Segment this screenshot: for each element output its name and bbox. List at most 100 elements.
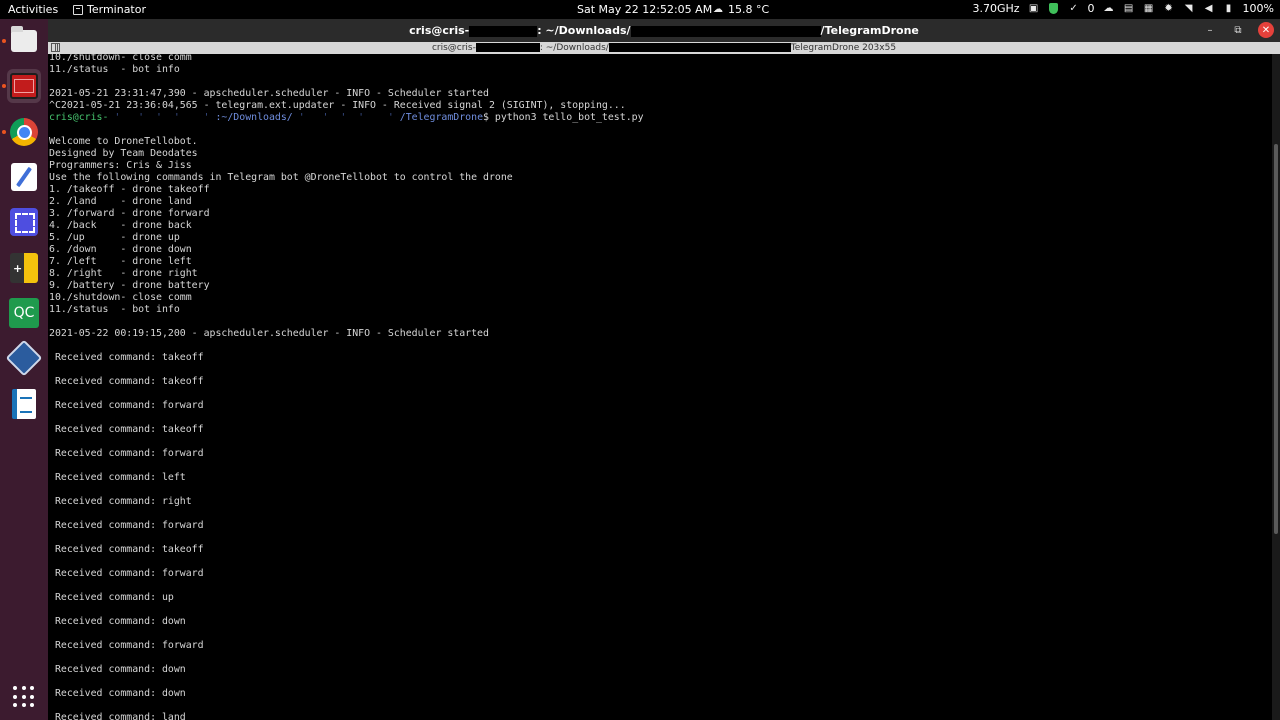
prompt-path-hidden: ' ' ' ' ' (292, 112, 400, 123)
clipboard-icon[interactable]: ▤ (1123, 3, 1135, 15)
output-line: Use the following commands in Telegram b… (49, 172, 513, 183)
calculator-icon: + (10, 253, 38, 283)
app-menu[interactable]: Terminator (73, 3, 146, 16)
output-line: 2021-05-21 23:31:47,390 - apscheduler.sc… (49, 88, 489, 99)
dock-terminator[interactable] (2, 69, 41, 103)
output-line: Programmers: Cris & Jiss (49, 160, 192, 171)
output-line: Received command: takeoff (49, 352, 204, 363)
dock: + QC (0, 19, 48, 720)
output-line: 6. /down - drone down (49, 244, 192, 255)
output-line: Designed by Team Deodates (49, 148, 198, 159)
output-line: Received command: forward (49, 568, 204, 579)
dock-writer[interactable] (7, 387, 41, 421)
title-folder: /TelegramDrone (820, 24, 919, 37)
brightness-icon[interactable]: ✹ (1163, 3, 1175, 15)
output-line: 2021-05-22 00:19:15,200 - apscheduler.sc… (49, 328, 489, 339)
output-line: Welcome to DroneTellobot. (49, 136, 198, 147)
title-path: : ~/Downloads/ (537, 24, 631, 37)
output-line: 7. /left - drone left (49, 256, 192, 267)
output-line: 9. /battery - drone battery (49, 280, 210, 291)
tab-folder: TelegramDrone 203x55 (790, 43, 897, 53)
grid-icon[interactable]: ▦ (1143, 3, 1155, 15)
prompt-folder: /TelegramDrone (399, 112, 484, 123)
output-line: Received command: right (49, 496, 192, 507)
volume-icon[interactable]: ◀ (1203, 3, 1215, 15)
output-line: Received command: up (49, 592, 174, 603)
output-line: Received command: down (49, 664, 186, 675)
dock-screenshot[interactable] (7, 205, 41, 239)
title-user: cris@cris- (409, 24, 470, 37)
running-indicator (2, 39, 6, 43)
output-line: 3. /forward - drone forward (49, 208, 210, 219)
dock-chrome[interactable] (2, 115, 41, 149)
output-line: ^C2021-05-21 23:36:04,565 - telegram.ext… (49, 100, 626, 111)
app-menu-label: Terminator (87, 3, 146, 16)
weather-icon: ☁ (713, 4, 723, 15)
output-line: 4. /back - drone back (49, 220, 192, 231)
wifi-icon[interactable]: ◥ (1183, 3, 1195, 15)
output-line: 11./status - bot info (49, 64, 180, 75)
terminal-scrollbar[interactable] (1272, 54, 1280, 720)
minimize-icon[interactable]: – (1202, 22, 1218, 38)
dock-virtualbox[interactable] (5, 339, 43, 377)
output-line: 10./shutdown- close comm (49, 54, 192, 63)
scrollbar-thumb[interactable] (1274, 144, 1278, 534)
output-line: 10./shutdown- close comm (49, 292, 192, 303)
shell-prompt-line: cris@cris- ' ' ' ' ' :~/Downloads/ ' ' '… (49, 112, 1269, 124)
output-line: 8. /right - drone right (49, 268, 198, 279)
apps-grid-icon (13, 686, 35, 708)
qcad-icon: QC (9, 298, 39, 328)
dock-qcad[interactable]: QC (7, 296, 41, 330)
text-editor-icon (11, 163, 37, 191)
window-controls: – ⧉ ✕ (1202, 22, 1274, 38)
check-icon[interactable]: ✓ (1068, 3, 1080, 15)
cloud-icon[interactable]: ☁ (1103, 3, 1115, 15)
files-icon (11, 26, 37, 52)
dock-calculator[interactable]: + (7, 251, 41, 285)
cpu-frequency[interactable]: 3.70GHz (972, 2, 1019, 15)
output-line: Received command: takeoff (49, 376, 204, 387)
top-bar: Activities Terminator Sat May 22 12:52:0… (0, 0, 1280, 19)
output-line: 1. /takeoff - drone takeoff (49, 184, 210, 195)
battery-icon[interactable]: ▮ (1223, 3, 1235, 15)
window-titlebar[interactable]: cris@cris- : ~/Downloads/ /TelegramDrone –… (48, 19, 1280, 42)
output-line: Received command: forward (49, 400, 204, 411)
running-indicator (2, 130, 6, 134)
weather-temp: 15.8 °C (728, 3, 770, 16)
terminator-app-icon (73, 4, 83, 15)
output-line: Received command: left (49, 472, 186, 483)
weather-indicator[interactable]: ☁ 15.8 °C (712, 3, 769, 16)
output-line: Received command: forward (49, 448, 204, 459)
tab-path: : ~/Downloads/ (539, 43, 609, 53)
output-line: Received command: takeoff (49, 424, 204, 435)
output-line: 5. /up - drone up (49, 232, 180, 243)
dock-text-editor[interactable] (7, 160, 41, 194)
check-count: 0 (1087, 2, 1095, 15)
output-line: Received command: forward (49, 640, 204, 651)
cpu-icon[interactable]: ▣ (1028, 3, 1040, 15)
redaction-box (475, 43, 540, 52)
show-apps-button[interactable] (7, 680, 41, 714)
terminal-tab[interactable]: cris@cris-: ~/Downloads/TelegramDrone 20… (48, 42, 1280, 54)
terminator-icon (10, 73, 38, 99)
dock-files[interactable] (2, 24, 41, 58)
restore-icon[interactable]: ⧉ (1230, 22, 1246, 38)
system-tray: 3.70GHz ▣ ✓ 0 ☁ ▤ ▦ ✹ ◥ ◀ ▮ 100% (972, 2, 1274, 15)
shield-icon[interactable] (1048, 3, 1060, 15)
output-line: Received command: down (49, 688, 186, 699)
clock[interactable]: Sat May 22 12:52:05 AM (577, 3, 712, 16)
terminal-output[interactable]: 10./shutdown- close comm 11./status - bot… (48, 54, 1272, 720)
redaction-box (469, 25, 538, 37)
prompt-user: cris@cris- (49, 112, 109, 123)
close-icon[interactable]: ✕ (1258, 22, 1274, 38)
activities-button[interactable]: Activities (8, 3, 58, 16)
